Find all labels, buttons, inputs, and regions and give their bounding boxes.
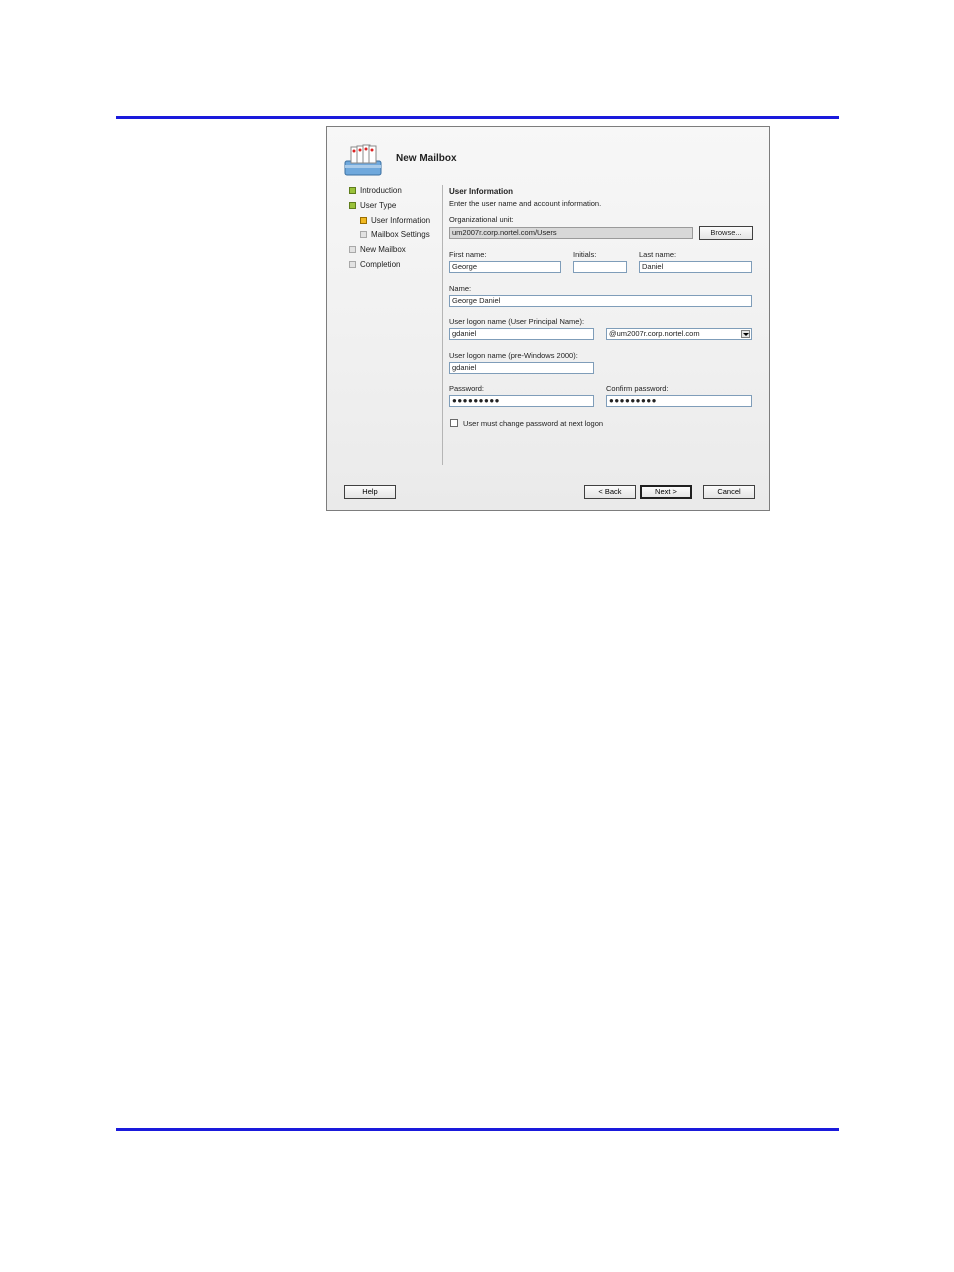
must-change-password-label[interactable]: User must change password at next logon [463,419,603,428]
bottom-rule [116,1128,839,1131]
help-button[interactable]: Help [344,485,396,499]
upn-label: User logon name (User Principal Name): [449,317,585,326]
step-label: User Information [371,216,431,225]
step-pending-icon [349,246,356,253]
cancel-button[interactable]: Cancel [703,485,755,499]
step-label: Introduction [360,186,402,195]
step-completion[interactable]: Completion [349,260,400,269]
first-name-label: First name: [449,250,487,259]
confirm-password-label: Confirm password: [606,384,669,393]
step-done-icon [349,187,356,194]
pre2000-field[interactable]: gdaniel [449,362,594,374]
step-introduction[interactable]: Introduction [349,186,402,195]
confirm-password-field[interactable]: ●●●●●●●●● [606,395,752,407]
initials-field[interactable] [573,261,627,273]
step-done-icon [349,202,356,209]
dialog-title: New Mailbox [396,153,457,164]
step-mailbox-settings[interactable]: Mailbox Settings [360,230,430,239]
org-unit-field: um2007r.corp.nortel.com/Users [449,227,693,239]
back-button[interactable]: < Back [584,485,636,499]
new-mailbox-dialog: New Mailbox Introduction User Type User … [326,126,770,511]
name-label: Name: [449,284,472,293]
upn-field[interactable]: gdaniel [449,328,594,340]
step-label: User Type [360,201,397,210]
upn-domain-select[interactable]: @um2007r.corp.nortel.com [606,328,752,340]
panel-divider [442,185,443,465]
step-user-information[interactable]: User Information [360,216,430,225]
mailbox-icon [344,144,382,176]
next-button[interactable]: Next > [640,485,692,499]
initials-label: Initials: [573,250,597,259]
password-field[interactable]: ●●●●●●●●● [449,395,594,407]
last-name-label: Last name: [639,250,677,259]
step-pending-icon [349,261,356,268]
last-name-field[interactable]: Daniel [639,261,752,273]
must-change-password-checkbox[interactable] [450,419,458,427]
top-rule [116,116,839,119]
section-title: User Information [449,187,514,196]
password-label: Password: [449,384,485,393]
step-user-type[interactable]: User Type [349,201,396,210]
step-label: Completion [360,260,401,269]
step-label: New Mailbox [360,245,406,254]
name-field[interactable]: George Daniel [449,295,752,307]
first-name-field[interactable]: George [449,261,561,273]
upn-domain-value: @um2007r.corp.nortel.com [609,329,700,338]
step-label: Mailbox Settings [371,230,430,239]
browse-button[interactable]: Browse... [699,226,753,240]
chevron-down-icon[interactable] [741,330,750,338]
org-unit-label: Organizational unit: [449,215,514,224]
step-new-mailbox[interactable]: New Mailbox [349,245,406,254]
section-description: Enter the user name and account informat… [449,199,602,208]
pre2000-label: User logon name (pre-Windows 2000): [449,351,578,360]
step-pending-icon [360,231,367,238]
step-current-icon [360,217,367,224]
